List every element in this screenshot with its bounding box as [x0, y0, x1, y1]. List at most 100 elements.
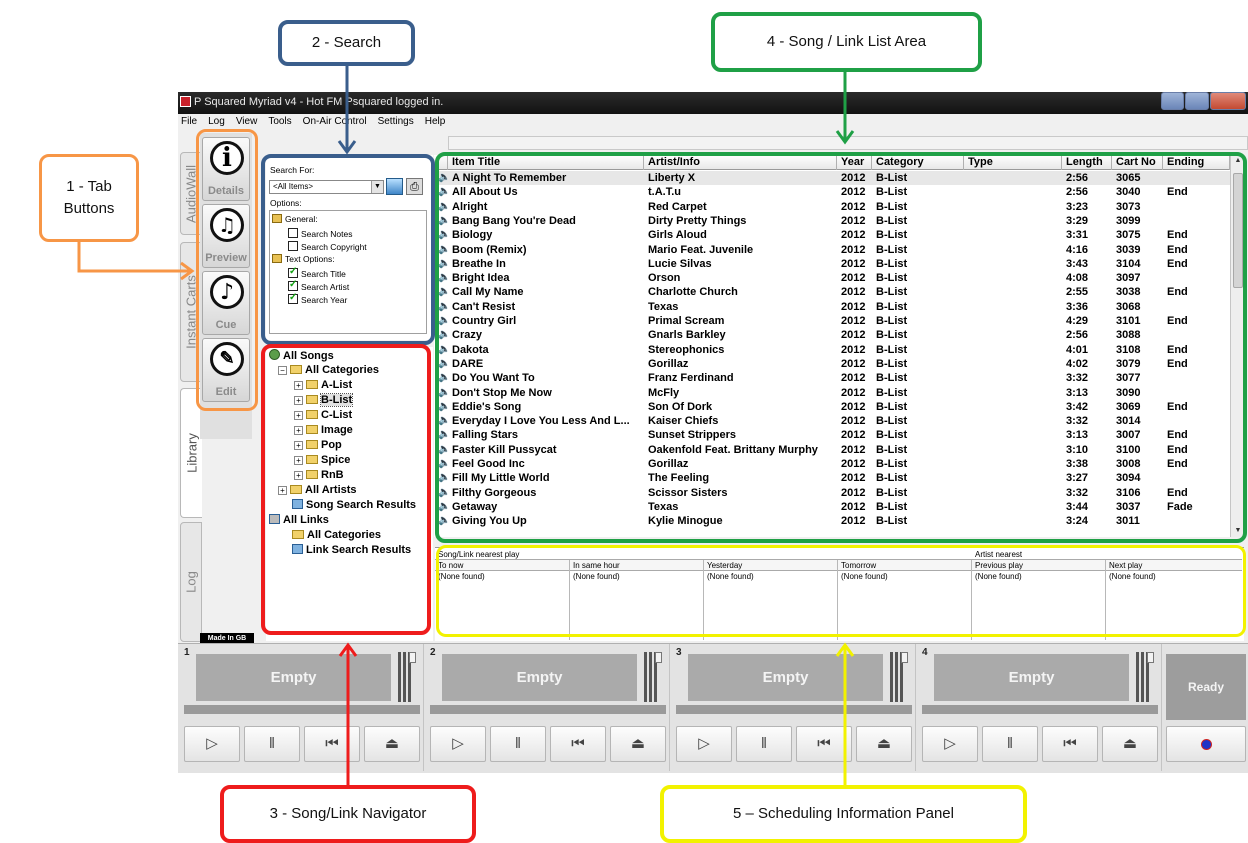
table-row[interactable]: 🔈 Alright Red Carpet 2012 B-List 3:23 3073 [434, 200, 1230, 214]
player-progress[interactable] [676, 705, 912, 714]
cue-button[interactable]: ♪ Cue [202, 271, 250, 335]
menu-on-air-control[interactable]: On-Air Control [303, 114, 367, 130]
expand-icon[interactable]: + [294, 396, 303, 405]
scroll-up-icon[interactable]: ▲ [1231, 155, 1245, 167]
expand-icon[interactable]: + [294, 381, 303, 390]
menu-view[interactable]: View [236, 114, 258, 130]
table-row[interactable]: 🔈 Faster Kill Pussycat Oakenfold Feat. Bri… [434, 443, 1230, 457]
table-row[interactable]: 🔈 Falling Stars Sunset Strippers 2012 B-List… [434, 428, 1230, 442]
player-progress[interactable] [922, 705, 1158, 714]
pause-button[interactable]: ‖ [490, 726, 546, 762]
preview-button[interactable]: ♫ Preview [202, 204, 250, 268]
tab-log[interactable]: Log [180, 522, 202, 642]
table-row[interactable]: 🔈 Crazy Gnarls Barkley 2012 B-List 2:56 3088 [434, 328, 1230, 342]
nav-category-pop[interactable]: + Pop [294, 438, 342, 452]
player-display[interactable]: Empty [934, 654, 1129, 701]
menu-tools[interactable]: Tools [268, 114, 291, 130]
table-row[interactable]: 🔈 Biology Girls Aloud 2012 B-List 3:31 3075 End [434, 228, 1230, 242]
play-button[interactable]: ▷ [676, 726, 732, 762]
chevron-down-icon[interactable]: ▼ [371, 181, 383, 193]
table-row[interactable]: 🔈 Can't Resist Texas 2012 B-List 3:36 3068 [434, 300, 1230, 314]
expand-icon[interactable]: + [278, 486, 287, 495]
scroll-thumb[interactable] [1233, 173, 1243, 288]
eject-button[interactable]: ⏏ [856, 726, 912, 762]
search-icon[interactable] [386, 178, 403, 195]
table-row[interactable]: 🔈 All About Us t.A.T.u 2012 B-List 2:56 3040 En… [434, 185, 1230, 199]
table-row[interactable]: 🔈 Feel Good Inc Gorillaz 2012 B-List 3:38 3008… [434, 457, 1230, 471]
nav-category-b-list[interactable]: + B-List [294, 393, 354, 407]
play-button[interactable]: ▷ [430, 726, 486, 762]
expand-icon[interactable]: + [294, 426, 303, 435]
expand-icon[interactable]: + [294, 471, 303, 480]
table-row[interactable]: 🔈 Don't Stop Me Now McFly 2012 B-List 3:13 309… [434, 386, 1230, 400]
player-display[interactable]: Empty [442, 654, 637, 701]
table-row[interactable]: 🔈 Breathe In Lucie Silvas 2012 B-List 3:43 310… [434, 257, 1230, 271]
table-row[interactable]: 🔈 Boom (Remix) Mario Feat. Juvenile 2012 B-L… [434, 243, 1230, 257]
collapse-icon[interactable]: − [278, 366, 287, 375]
table-row[interactable]: 🔈 A Night To Remember Liberty X 2012 B-List 2… [434, 171, 1230, 186]
nav-all-categories[interactable]: − All Categories [278, 363, 379, 377]
player-display[interactable]: Empty [196, 654, 391, 701]
menu-settings[interactable]: Settings [378, 114, 414, 130]
nav-category-c-list[interactable]: + C-List [294, 408, 352, 422]
table-row[interactable]: 🔈 Filthy Gorgeous Scissor Sisters 2012 B-Lis… [434, 486, 1230, 500]
tab-audiowall[interactable]: AudioWall [180, 152, 202, 235]
option-search-notes[interactable]: Search Notes [288, 228, 353, 239]
cue-start-button[interactable]: ⏮ [550, 726, 606, 762]
option-search-artist[interactable]: Search Artist [288, 279, 349, 292]
option-search-year[interactable]: Search Year [288, 292, 347, 305]
minimize-button[interactable] [1161, 92, 1185, 110]
nav-link-all-categories[interactable]: All Categories [292, 528, 381, 542]
record-button[interactable] [1166, 726, 1246, 762]
checkbox-checked[interactable] [288, 266, 298, 278]
table-row[interactable]: 🔈 DARE Gorillaz 2012 B-List 4:02 3079 End [434, 357, 1230, 371]
table-row[interactable]: 🔈 Bang Bang You're Dead Dirty Pretty Thing… [434, 214, 1230, 228]
checkbox[interactable] [288, 228, 298, 238]
table-row[interactable]: 🔈 Getaway Texas 2012 B-List 3:44 3037 Fade [434, 500, 1230, 514]
column-type[interactable]: Type [964, 155, 1062, 170]
search-for-select[interactable]: <All Items> ▼ [269, 180, 384, 194]
nav-all-links[interactable]: All Links [269, 513, 329, 527]
nav-all-songs[interactable]: All Songs [269, 349, 334, 363]
column-cart-no[interactable]: Cart No [1112, 155, 1163, 170]
table-row[interactable]: 🔈 Call My Name Charlotte Church 2012 B-List 2… [434, 285, 1230, 299]
pause-button[interactable]: ‖ [244, 726, 300, 762]
edit-button[interactable]: ✎ Edit [202, 338, 250, 402]
eject-button[interactable]: ⏏ [364, 726, 420, 762]
song-list-scrollbar[interactable]: ▲ ▼ [1230, 155, 1244, 537]
table-row[interactable]: 🔈 Everyday I Love You Less And L... Kaiser… [434, 414, 1230, 428]
ready-status[interactable]: Ready [1166, 654, 1246, 720]
scroll-down-icon[interactable]: ▼ [1231, 525, 1245, 537]
close-button[interactable] [1209, 92, 1246, 110]
nav-link-search-results[interactable]: Link Search Results [292, 543, 411, 557]
column-category[interactable]: Category [872, 155, 964, 170]
player-display[interactable]: Empty [688, 654, 883, 701]
expand-icon[interactable]: + [294, 456, 303, 465]
tab-library[interactable]: Library [180, 388, 202, 518]
table-row[interactable]: 🔈 Fill My Little World The Feeling 2012 B-Li… [434, 471, 1230, 485]
play-button[interactable]: ▷ [184, 726, 240, 762]
print-icon[interactable]: ⎙ [406, 178, 423, 195]
eject-button[interactable]: ⏏ [610, 726, 666, 762]
expand-icon[interactable]: + [294, 411, 303, 420]
cue-start-button[interactable]: ⏮ [1042, 726, 1098, 762]
checkbox-checked[interactable] [288, 279, 298, 291]
checkbox-checked[interactable] [288, 292, 298, 304]
column-item-title[interactable]: Item Title [448, 155, 644, 170]
table-row[interactable]: 🔈 Giving You Up Kylie Minogue 2012 B-List 3:2… [434, 514, 1230, 528]
cue-start-button[interactable]: ⏮ [796, 726, 852, 762]
tab-instant-carts[interactable]: Instant Carts [180, 242, 202, 382]
menu-log[interactable]: Log [208, 114, 225, 130]
player-progress[interactable] [184, 705, 420, 714]
nav-song-search-results[interactable]: Song Search Results [292, 498, 416, 512]
checkbox[interactable] [288, 241, 298, 251]
option-search-copyright[interactable]: Search Copyright [288, 241, 367, 252]
nav-all-artists[interactable]: + All Artists [278, 483, 357, 497]
player-progress[interactable] [430, 705, 666, 714]
eject-button[interactable]: ⏏ [1102, 726, 1158, 762]
maximize-button[interactable] [1185, 92, 1209, 110]
menu-file[interactable]: File [181, 114, 197, 130]
nav-category-image[interactable]: + Image [294, 423, 353, 437]
expand-icon[interactable]: + [294, 441, 303, 450]
column-artist-info[interactable]: Artist/Info [644, 155, 837, 170]
